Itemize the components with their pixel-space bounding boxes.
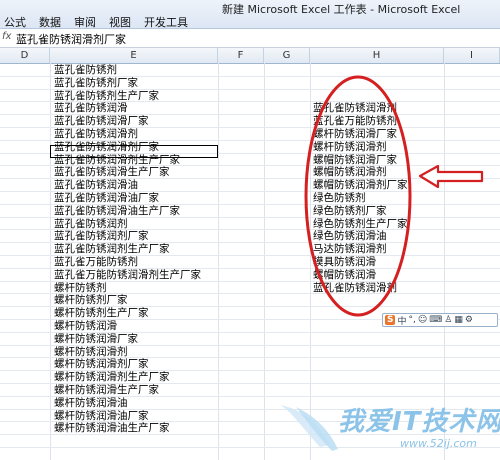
column-headers: D E F G H I bbox=[0, 48, 500, 64]
grid-vline bbox=[50, 63, 51, 460]
cell-e[interactable]: 蓝孔雀防锈剂 bbox=[54, 64, 117, 76]
cell-e[interactable]: 螺杆防锈润滑剂生产厂家 bbox=[54, 371, 170, 383]
active-cell-border[interactable] bbox=[50, 145, 218, 158]
cell-h[interactable]: 绿色防锈剂生产厂家 bbox=[313, 218, 408, 230]
fx-icon[interactable]: fx bbox=[2, 31, 11, 42]
cell-h[interactable]: 马达防锈润滑剂 bbox=[313, 243, 387, 255]
cell-e[interactable]: 蓝孔雀防锈润滑油 bbox=[54, 179, 138, 191]
cell-e[interactable]: 螺杆防锈润滑剂厂家 bbox=[54, 358, 149, 370]
cell-e[interactable]: 蓝孔雀防锈润剂生产厂家 bbox=[54, 243, 170, 255]
cell-h[interactable]: 螺帽防锈润滑厂家 bbox=[313, 154, 397, 166]
cell-e[interactable]: 螺杆防锈润滑油厂家 bbox=[54, 410, 149, 422]
window-title: 新建 Microsoft Excel 工作表 - Microsoft Excel bbox=[222, 3, 461, 16]
cell-e[interactable]: 螺杆防锈润滑生产厂家 bbox=[54, 384, 159, 396]
grid-vline bbox=[264, 63, 265, 460]
grid-vline bbox=[218, 63, 219, 460]
watermark-text: 我爱IT技术网 bbox=[338, 407, 500, 437]
column-header-d[interactable]: D bbox=[0, 48, 50, 63]
cell-e[interactable]: 蓝孔雀防锈剂生产厂家 bbox=[54, 90, 159, 102]
cell-h[interactable]: 绿色防锈剂厂家 bbox=[313, 205, 387, 217]
cell-e[interactable]: 蓝孔雀防锈润滑 bbox=[54, 102, 128, 114]
column-header-g[interactable]: G bbox=[264, 48, 310, 63]
cell-h[interactable]: 螺杆防锈润滑厂家 bbox=[313, 128, 397, 140]
cell-h[interactable]: 蓝孔雀防锈润滑剂 bbox=[313, 102, 397, 114]
cell-e[interactable]: 蓝孔雀万能防锈剂 bbox=[54, 256, 138, 268]
sogou-logo-icon: S bbox=[385, 315, 396, 325]
cell-h[interactable]: 螺杆防锈润滑剂 bbox=[313, 141, 387, 153]
cell-h[interactable]: 绿色防锈剂 bbox=[313, 192, 366, 204]
cell-e[interactable]: 蓝孔雀防锈润剂厂家 bbox=[54, 230, 149, 242]
ime-punct-icon[interactable]: °, bbox=[409, 315, 416, 325]
cell-e[interactable]: 螺杆防锈润滑厂家 bbox=[54, 333, 138, 345]
ime-user-icon[interactable]: ♙ bbox=[444, 315, 452, 325]
formula-input[interactable]: 蓝孔雀防锈润滑剂厂家 bbox=[16, 31, 126, 47]
cell-h[interactable]: 螺帽防锈润滑 bbox=[313, 269, 376, 281]
cell-e[interactable]: 蓝孔雀防锈剂厂家 bbox=[54, 77, 138, 89]
cell-e[interactable]: 蓝孔雀防锈润滑油生产厂家 bbox=[54, 205, 180, 217]
cell-e[interactable]: 蓝孔雀万能防锈润滑剂生产厂家 bbox=[54, 269, 201, 281]
title-bar: 新建 Microsoft Excel 工作表 - Microsoft Excel… bbox=[0, 0, 500, 29]
ime-grid-icon[interactable]: ▦ bbox=[454, 315, 463, 325]
watermark-url: www.52ij.com bbox=[400, 437, 477, 450]
cell-e[interactable]: 蓝孔雀防锈润滑厂家 bbox=[54, 115, 149, 127]
ime-emoji-icon[interactable]: ☺ bbox=[418, 315, 427, 325]
cell-e[interactable]: 螺杆防锈润滑剂 bbox=[54, 346, 128, 358]
column-header-f[interactable]: F bbox=[218, 48, 264, 63]
tab-view[interactable]: 视图 bbox=[109, 14, 131, 30]
ime-keyboard-icon[interactable]: ⌨ bbox=[429, 315, 442, 325]
cell-e[interactable]: 螺杆防锈润滑油生产厂家 bbox=[54, 422, 170, 434]
column-header-h[interactable]: H bbox=[310, 48, 444, 63]
ribbon-tabs: 公式 数据 审阅 视图 开发工具 bbox=[4, 14, 188, 30]
cell-e[interactable]: 蓝孔雀防锈润滑剂 bbox=[54, 128, 138, 140]
cell-e[interactable]: 蓝孔雀防锈润滑生产厂家 bbox=[54, 166, 170, 178]
cell-e[interactable]: 螺杆防锈剂厂家 bbox=[54, 294, 128, 306]
cell-e[interactable]: 蓝孔雀防锈润剂 bbox=[54, 218, 128, 230]
column-header-e[interactable]: E bbox=[50, 48, 218, 63]
tab-developer[interactable]: 开发工具 bbox=[144, 14, 188, 30]
column-header-i[interactable]: I bbox=[444, 48, 500, 63]
cell-h[interactable]: 螺帽防锈润滑剂 bbox=[313, 166, 387, 178]
cell-e[interactable]: 螺杆防锈剂 bbox=[54, 282, 107, 294]
cell-h[interactable]: 螺帽防锈润滑剂厂家 bbox=[313, 179, 408, 191]
watermark: 我爱IT技术网 www.52ij.com bbox=[280, 395, 500, 457]
cell-h[interactable]: 绿色防锈润滑油 bbox=[313, 230, 387, 242]
tab-review[interactable]: 审阅 bbox=[74, 14, 96, 30]
cell-h[interactable]: 模具防锈润滑 bbox=[313, 256, 376, 268]
cell-h[interactable]: 蓝孔雀防锈润滑剂 bbox=[313, 282, 397, 294]
tab-formulas[interactable]: 公式 bbox=[4, 14, 26, 30]
cell-h[interactable]: 蓝孔雀万能防锈剂 bbox=[313, 115, 397, 127]
ime-lang[interactable]: 中 bbox=[397, 314, 406, 327]
cell-e[interactable]: 螺杆防锈润滑 bbox=[54, 320, 117, 332]
ime-toolbar[interactable]: S 中 °, ☺ ⌨ ♙ ▦ ⚙ bbox=[382, 313, 498, 327]
ime-settings-icon[interactable]: ⚙ bbox=[465, 315, 473, 325]
tab-data[interactable]: 数据 bbox=[39, 14, 61, 30]
cell-e[interactable]: 螺杆防锈剂生产厂家 bbox=[54, 307, 149, 319]
formula-bar: fx 蓝孔雀防锈润滑剂厂家 bbox=[0, 29, 500, 48]
cell-e[interactable]: 螺杆防锈润滑油 bbox=[54, 397, 128, 409]
cell-e[interactable]: 蓝孔雀防锈润滑油厂家 bbox=[54, 192, 159, 204]
